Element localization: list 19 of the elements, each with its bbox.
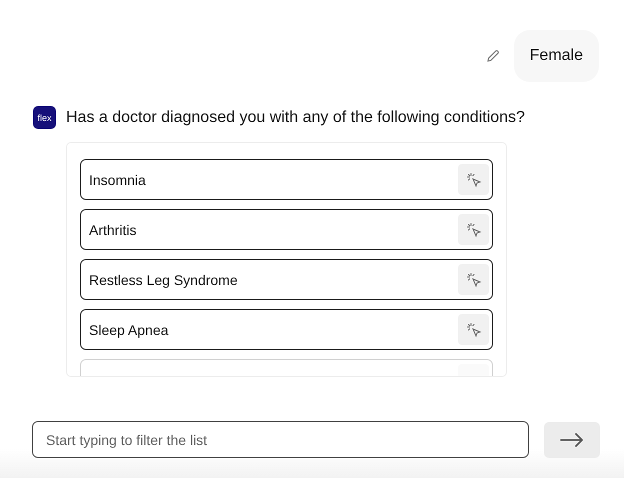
cursor-click-icon	[466, 322, 482, 338]
option-button[interactable]: Restless Leg Syndrome	[80, 259, 493, 300]
option-button[interactable]: Insomnia	[80, 159, 493, 200]
select-button[interactable]	[458, 314, 489, 345]
question-text: Has a doctor diagnosed you with any of the following conditions?	[66, 108, 525, 126]
select-button[interactable]	[458, 264, 489, 295]
cursor-click-icon	[466, 172, 482, 188]
logo: flex	[33, 106, 56, 129]
filter-field[interactable]: Start typing to filter the list	[32, 421, 529, 458]
select-button[interactable]	[458, 164, 489, 195]
arrow-right-icon	[560, 433, 584, 447]
option-button[interactable]: Sleep Apnea	[80, 309, 493, 350]
cursor-click-icon	[466, 222, 482, 238]
pencil-icon[interactable]	[486, 49, 500, 63]
select-button[interactable]	[458, 214, 489, 245]
option-button[interactable]: Arthritis	[80, 209, 493, 250]
cursor-click-icon	[466, 272, 482, 288]
send-button[interactable]	[544, 422, 600, 458]
user-message: Female	[514, 30, 599, 82]
